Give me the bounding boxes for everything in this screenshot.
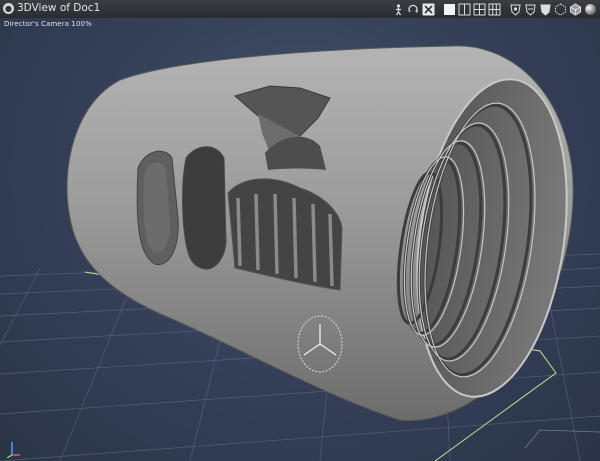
view-toolbar: [390, 2, 597, 16]
shaded-sphere-icon[interactable]: [584, 3, 597, 16]
3d-view-window: ● 3DView of Doc1 Director's Camera 100%: [0, 0, 600, 461]
display-mode-3-icon[interactable]: [473, 3, 486, 16]
navigator-icon[interactable]: [422, 3, 435, 16]
rotate-icon[interactable]: [407, 3, 420, 16]
pose-icon[interactable]: [392, 3, 405, 16]
sphere-display-3-icon[interactable]: [539, 3, 552, 16]
window-menu-button[interactable]: ●: [3, 3, 14, 14]
cube-icon[interactable]: [569, 2, 582, 16]
axis-indicator-icon: [6, 442, 20, 458]
window-title: 3DView of Doc1: [17, 2, 101, 14]
display-mode-2-icon[interactable]: [458, 3, 471, 16]
sphere-display-icon[interactable]: [509, 3, 522, 16]
sphere-display-2-icon[interactable]: [524, 3, 537, 16]
camera-label[interactable]: Director's Camera 100%: [4, 20, 92, 28]
title-bar[interactable]: ● 3DView of Doc1: [0, 0, 600, 19]
display-mode-1-icon[interactable]: [443, 3, 456, 16]
sphere-display-4-icon[interactable]: [554, 2, 567, 16]
3d-viewport[interactable]: Director's Camera 100%: [0, 18, 600, 461]
display-mode-4-icon[interactable]: [488, 3, 501, 16]
scene-canvas[interactable]: [0, 18, 600, 461]
